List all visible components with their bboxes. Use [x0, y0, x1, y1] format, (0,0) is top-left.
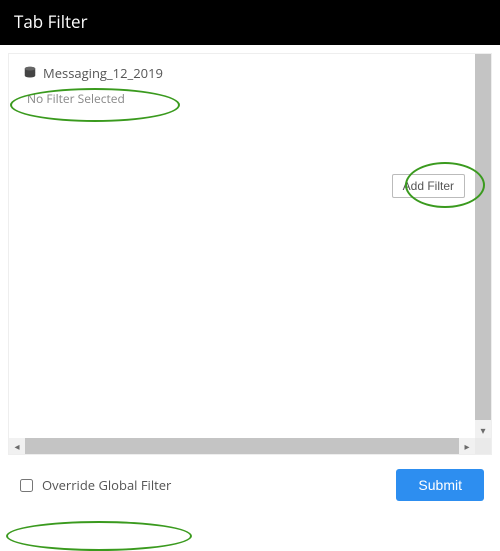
dialog-title: Tab Filter — [14, 10, 88, 33]
horizontal-scrollbar-thumb[interactable] — [25, 438, 459, 454]
add-filter-button[interactable]: Add Filter — [392, 174, 465, 198]
database-icon — [23, 66, 37, 80]
annotation-ring-override — [6, 521, 192, 551]
scroll-down-icon[interactable]: ▾ — [475, 422, 491, 438]
override-global-filter-checkbox[interactable] — [20, 479, 33, 492]
tab-filter-dialog: Tab Filter Messaging_12_2019 No Filter S… — [0, 0, 500, 517]
submit-button[interactable]: Submit — [396, 469, 484, 501]
datasource-label: Messaging_12_2019 — [19, 58, 465, 86]
dialog-footer: Override Global Filter Submit — [0, 455, 500, 517]
filter-scroll-area: Messaging_12_2019 No Filter Selected Add… — [8, 53, 492, 455]
dialog-titlebar: Tab Filter — [0, 0, 500, 45]
dialog-body: Messaging_12_2019 No Filter Selected Add… — [0, 45, 500, 517]
vertical-scrollbar-thumb[interactable] — [475, 54, 491, 420]
horizontal-scrollbar-track[interactable]: ◂ ▸ — [9, 438, 475, 454]
no-filter-message: No Filter Selected — [19, 86, 465, 107]
scrollbar-corner — [475, 438, 491, 454]
scroll-right-icon[interactable]: ▸ — [459, 438, 475, 454]
override-global-filter-label: Override Global Filter — [42, 476, 171, 494]
datasource-name: Messaging_12_2019 — [43, 64, 163, 82]
vertical-scrollbar-track[interactable]: ▾ — [475, 54, 491, 438]
override-global-filter-row[interactable]: Override Global Filter — [16, 476, 171, 495]
scroll-left-icon[interactable]: ◂ — [9, 438, 25, 454]
filter-content: Messaging_12_2019 No Filter Selected — [9, 54, 475, 438]
